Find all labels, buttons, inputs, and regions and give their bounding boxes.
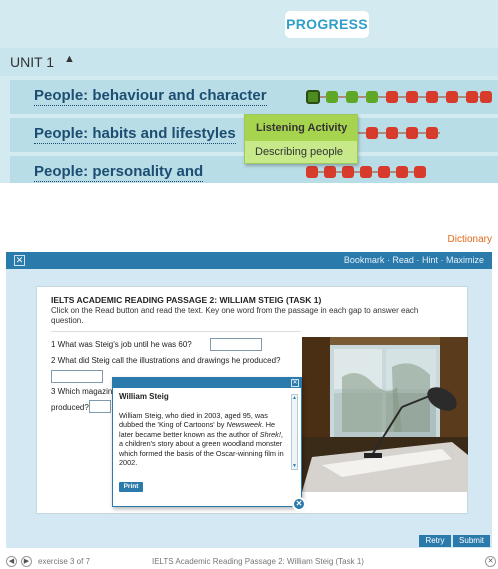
topic-link[interactable]: People: behaviour and character	[34, 87, 267, 106]
popup-titlebar: ✕	[113, 378, 301, 388]
progress-dot[interactable]	[446, 91, 458, 103]
window-toolbar: Bookmark · Read · Hint · Maximize	[344, 255, 484, 265]
exercise-footer: ◀ ▶ exercise 3 of 7 IELTS Academic Readi…	[0, 554, 498, 569]
answer-gap-3[interactable]	[89, 400, 111, 413]
dictionary-link[interactable]: Dictionary	[448, 234, 492, 245]
separator: ·	[440, 255, 444, 265]
popup-passage: William Steig, who died in 2003, aged 95…	[119, 411, 284, 468]
progress-dot[interactable]	[346, 91, 358, 103]
unit-label: UNIT 1	[10, 54, 55, 70]
print-button[interactable]: Print	[119, 482, 143, 492]
question-3-start: 3 Which magazin	[51, 387, 113, 396]
question-1: 1 What was Steig's job until he was 60?	[51, 340, 192, 349]
next-icon[interactable]: ▶	[21, 556, 32, 567]
reading-popup: ✕ William Steig William Steig, who died …	[112, 377, 306, 511]
activity-tooltip: Listening Activity Describing people	[244, 114, 358, 164]
read-link[interactable]: Read	[392, 255, 414, 265]
window-body: IELTS ACADEMIC READING PASSAGE 2: WILLIA…	[6, 269, 492, 534]
progress-dot[interactable]	[386, 91, 398, 103]
progress-dot[interactable]	[480, 91, 492, 103]
exercise-card: IELTS ACADEMIC READING PASSAGE 2: WILLIA…	[36, 286, 468, 514]
submit-button[interactable]: Submit	[453, 535, 490, 547]
progress-panel: PROGRESS UNIT 1 ▲ People: behaviour and …	[0, 0, 498, 183]
close-icon[interactable]: ✕	[485, 556, 496, 567]
popup-scrollbar[interactable]: ▲ ▼	[291, 394, 298, 470]
progress-dot[interactable]	[396, 166, 408, 178]
hint-link[interactable]: Hint	[422, 255, 438, 265]
exercise-instructions: Click on the Read button and read the te…	[51, 306, 419, 325]
exercise-footer-title: IELTS Academic Reading Passage 2: Willia…	[152, 557, 364, 566]
previous-icon[interactable]: ◀	[6, 556, 17, 567]
progress-dot[interactable]	[406, 127, 418, 139]
progress-dot[interactable]	[406, 91, 418, 103]
answer-gap-2[interactable]	[51, 370, 103, 383]
topic-link[interactable]: People: habits and lifestyles	[34, 125, 236, 144]
separator: ·	[416, 255, 420, 265]
retry-button[interactable]: Retry	[419, 535, 451, 547]
maximize-link[interactable]: Maximize	[446, 255, 484, 265]
question-2: 2 What did Steig call the illustrations …	[51, 356, 281, 365]
progress-dots	[306, 165, 432, 179]
separator: ·	[386, 255, 390, 265]
progress-dot[interactable]	[378, 166, 390, 178]
progress-dot[interactable]	[366, 127, 378, 139]
progress-dot[interactable]	[366, 91, 378, 103]
exercise-title: IELTS ACADEMIC READING PASSAGE 2: WILLIA…	[51, 295, 322, 305]
desk-lamp-photo	[302, 337, 468, 492]
collapse-caret-icon[interactable]: ▲	[64, 53, 75, 65]
tooltip-item[interactable]: Describing people	[245, 141, 357, 163]
progress-dot[interactable]	[426, 127, 438, 139]
progress-dots	[306, 90, 492, 104]
progress-dot-current[interactable]	[306, 90, 320, 104]
tooltip-item-active[interactable]: Listening Activity	[245, 115, 357, 141]
exercise-counter: exercise 3 of 7	[38, 557, 91, 566]
question-3-end: produced?	[51, 403, 89, 412]
progress-dot[interactable]	[306, 166, 318, 178]
bookmark-link[interactable]: Bookmark	[344, 255, 385, 265]
close-icon[interactable]: ✕	[292, 497, 306, 511]
divider	[51, 331, 301, 332]
progress-dot[interactable]	[426, 91, 438, 103]
window-titlebar: ✕ Bookmark · Read · Hint · Maximize	[6, 252, 492, 269]
popup-title: William Steig	[119, 392, 169, 401]
progress-button[interactable]: PROGRESS	[285, 11, 369, 38]
scroll-up-icon[interactable]: ▲	[292, 395, 297, 401]
progress-dot[interactable]	[360, 166, 372, 178]
progress-dot[interactable]	[342, 166, 354, 178]
progress-dot[interactable]	[386, 127, 398, 139]
progress-dot[interactable]	[324, 166, 336, 178]
answer-gap-1[interactable]	[210, 338, 262, 351]
close-icon[interactable]: ✕	[291, 379, 299, 387]
close-icon[interactable]: ✕	[14, 255, 25, 266]
progress-dot[interactable]	[466, 91, 478, 103]
topic-row: People: behaviour and character	[10, 80, 498, 114]
action-bar: Retry Submit	[6, 534, 492, 548]
unit-header[interactable]: UNIT 1 ▲	[0, 48, 498, 76]
topic-link[interactable]: People: personality and	[34, 163, 204, 182]
progress-dot[interactable]	[326, 91, 338, 103]
scroll-down-icon[interactable]: ▼	[292, 463, 297, 469]
progress-dot[interactable]	[414, 166, 426, 178]
